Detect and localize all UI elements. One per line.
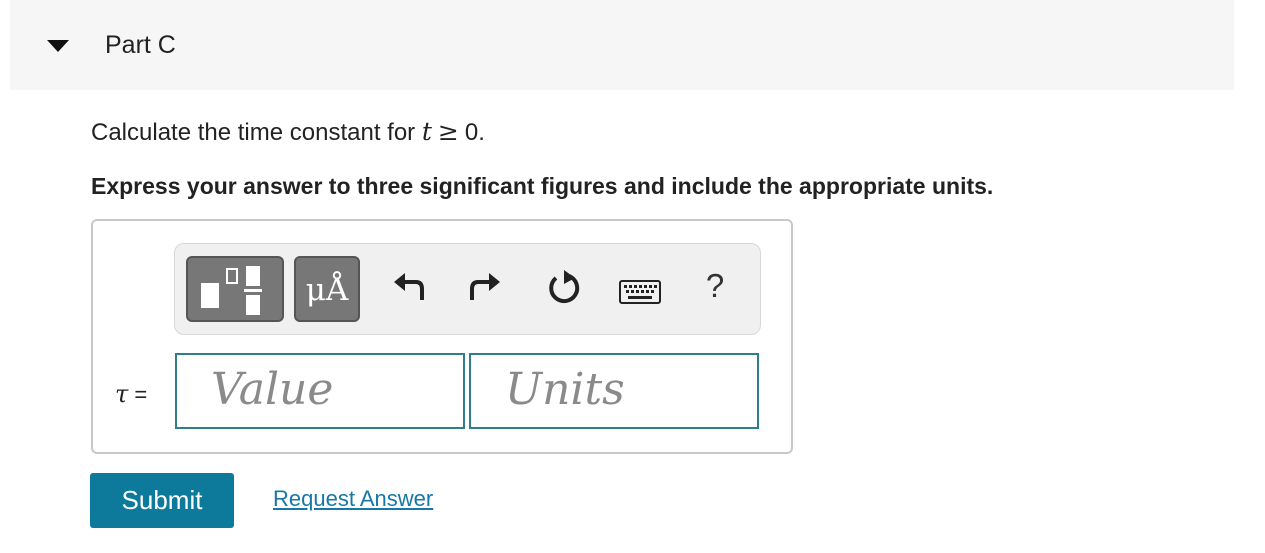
math-toolbar: μÅ ? — [174, 243, 761, 335]
undo-icon — [394, 273, 424, 300]
keyboard-button[interactable] — [619, 280, 661, 304]
units-input[interactable]: Units — [469, 353, 759, 429]
question-value: 0. — [464, 119, 485, 146]
help-button[interactable]: ? — [695, 266, 735, 306]
answer-symbol: τ — [115, 380, 129, 408]
reset-button[interactable] — [545, 269, 583, 307]
redo-button[interactable] — [468, 270, 504, 306]
part-header: Part C — [10, 0, 1234, 90]
undo-button[interactable] — [390, 270, 426, 306]
answer-box: μÅ ? τ = Value Units — [91, 219, 793, 454]
answer-equals: = — [134, 382, 148, 407]
question-text: Calculate the time constant for t ≥0. — [91, 116, 485, 149]
units-button[interactable]: μÅ — [294, 256, 360, 322]
submit-button[interactable]: Submit — [90, 473, 234, 528]
question-operator: ≥ — [437, 117, 459, 146]
caret-down-icon[interactable] — [47, 40, 69, 52]
question-variable: t — [421, 117, 432, 146]
part-title: Part C — [105, 31, 176, 59]
answer-instruction: Express your answer to three significant… — [91, 173, 994, 199]
keyboard-icon — [619, 280, 661, 304]
value-input[interactable]: Value — [175, 353, 465, 429]
templates-button[interactable] — [186, 256, 284, 322]
redo-icon — [470, 273, 500, 300]
question-prefix: Calculate the time constant for — [91, 119, 422, 146]
request-answer-link[interactable]: Request Answer — [273, 485, 433, 513]
reset-icon — [549, 270, 580, 304]
templates-icon — [201, 266, 262, 315]
answer-label: τ = — [115, 379, 147, 410]
